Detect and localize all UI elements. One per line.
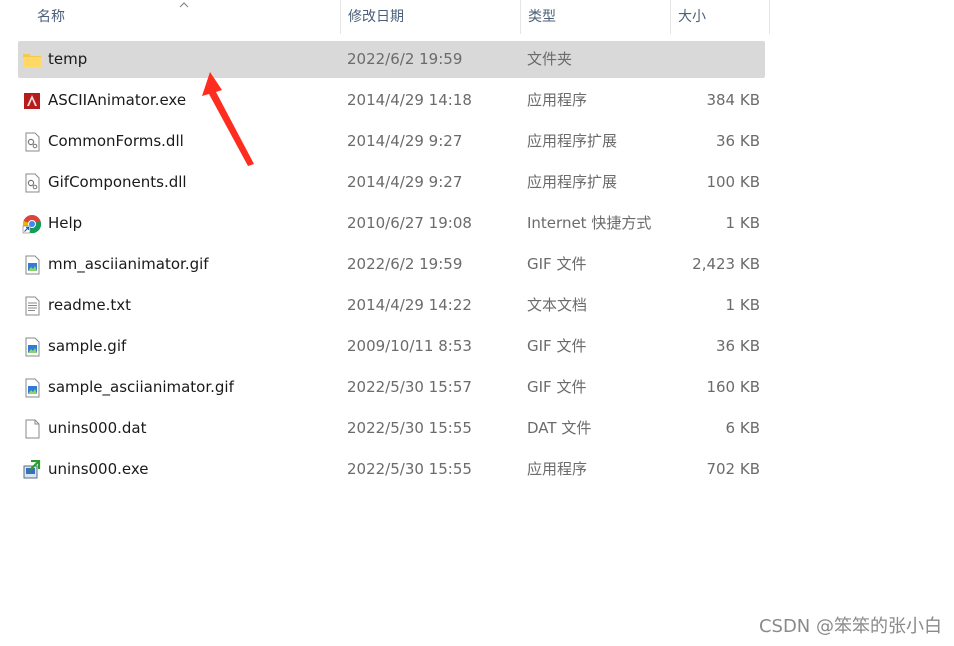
file-row[interactable]: GifComponents.dll 2014/4/29 9:27 应用程序扩展 100… [18,164,765,201]
blank-file-icon [22,419,42,439]
file-name: temp [48,50,88,68]
watermark: CSDN @笨笨的张小白 [758,616,942,637]
app-icon [22,91,42,111]
file-size: 2,423 KB [692,255,760,273]
file-modified-date: 2022/6/2 19:59 [347,50,463,68]
column-header-size-label: 大小 [678,9,706,25]
file-type: 文本文档 [527,296,588,314]
column-header-name-label: 名称 [37,9,65,25]
sort-ascending-icon [179,2,189,8]
file-type: Internet 快捷方式 [527,214,652,232]
text-file-icon [22,296,42,316]
file-row[interactable]: ASCIIAnimator.exe 2014/4/29 14:18 应用程序 384 … [18,82,765,119]
column-header-date-label: 修改日期 [348,9,404,25]
file-row[interactable]: unins000.dat 2022/5/30 15:55 DAT 文件 6 KB [18,410,765,447]
file-name: mm_asciianimator.gif [48,255,209,273]
file-size: 160 KB [706,378,760,396]
file-modified-date: 2022/5/30 15:55 [347,460,472,478]
column-header-type-label: 类型 [528,9,556,25]
folder-icon [22,50,42,70]
file-row[interactable]: mm_asciianimator.gif 2022/6/2 19:59 GIF 文件… [18,246,765,283]
file-size: 36 KB [716,337,760,355]
file-size: 6 KB [725,419,760,437]
file-modified-date: 2014/4/29 14:22 [347,296,472,314]
file-row[interactable]: temp 2022/6/2 19:59 文件夹 [18,41,765,78]
file-name: readme.txt [48,296,132,314]
file-modified-date: 2022/5/30 15:55 [347,419,472,437]
file-name: ASCIIAnimator.exe [48,91,187,109]
file-row[interactable]: sample.gif 2009/10/11 8:53 GIF 文件 36 KB [18,328,765,365]
file-type: 应用程序扩展 [527,132,618,150]
chrome-shortcut-icon [22,214,42,234]
file-name: unins000.exe [48,460,149,478]
file-modified-date: 2014/4/29 9:27 [347,173,463,191]
file-name: GifComponents.dll [48,173,187,191]
file-type: 文件夹 [527,50,573,68]
file-size: 100 KB [706,173,760,191]
file-name: CommonForms.dll [48,132,184,150]
file-size: 384 KB [706,91,760,109]
file-row[interactable]: unins000.exe 2022/5/30 15:55 应用程序 702 KB [18,451,765,488]
column-divider[interactable] [769,0,770,34]
file-name: Help [48,214,83,232]
file-type: GIF 文件 [527,378,587,396]
annotation-arrow [202,72,254,166]
dll-icon [22,173,42,193]
image-file-icon [22,337,42,357]
file-row[interactable]: Help 2010/6/27 19:08 Internet 快捷方式 1 KB [18,205,765,242]
column-header-type[interactable]: 类型 [520,0,670,34]
file-modified-date: 2022/5/30 15:57 [347,378,472,396]
file-size: 36 KB [716,132,760,150]
dll-icon [22,132,42,152]
file-name: sample_asciianimator.gif [48,378,234,396]
column-header-bar: 名称 修改日期 类型 大小 [0,0,770,34]
file-modified-date: 2014/4/29 14:18 [347,91,472,109]
file-name: unins000.dat [48,419,147,437]
file-modified-date: 2014/4/29 9:27 [347,132,463,150]
file-row[interactable]: readme.txt 2014/4/29 14:22 文本文档 1 KB [18,287,765,324]
file-modified-date: 2022/6/2 19:59 [347,255,463,273]
image-file-icon [22,378,42,398]
image-file-icon [22,255,42,275]
file-type: 应用程序 [527,460,588,478]
file-size: 702 KB [706,460,760,478]
file-type: DAT 文件 [527,419,592,437]
installer-icon [22,459,42,480]
file-type: GIF 文件 [527,337,587,355]
column-header-date[interactable]: 修改日期 [340,0,520,34]
file-type: 应用程序 [527,91,588,109]
file-type: GIF 文件 [527,255,587,273]
file-modified-date: 2010/6/27 19:08 [347,214,472,232]
file-name: sample.gif [48,337,127,355]
file-row[interactable]: CommonForms.dll 2014/4/29 9:27 应用程序扩展 36 KB [18,123,765,160]
file-size: 1 KB [725,296,760,314]
file-size: 1 KB [725,214,760,232]
column-header-name[interactable]: 名称 [0,0,340,34]
file-modified-date: 2009/10/11 8:53 [347,337,472,355]
file-row[interactable]: sample_asciianimator.gif 2022/5/30 15:57 G… [18,369,765,406]
column-header-size[interactable]: 大小 [670,0,768,34]
file-type: 应用程序扩展 [527,173,618,191]
